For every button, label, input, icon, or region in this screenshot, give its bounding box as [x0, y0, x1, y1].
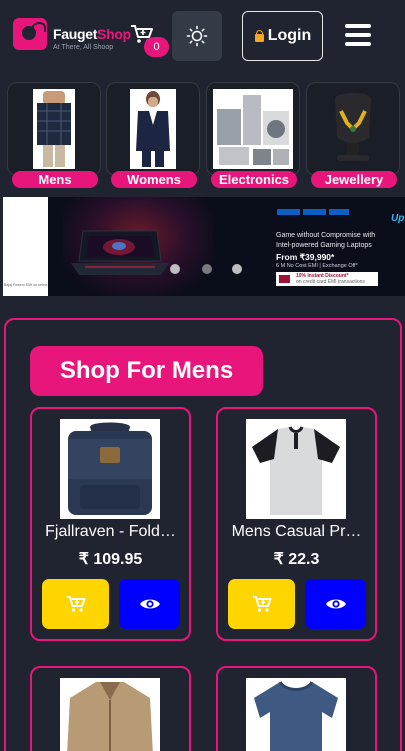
product-name: Fjallraven - Fold… — [45, 523, 176, 540]
necklace-photo-icon — [321, 89, 385, 169]
jacket-photo-icon — [60, 678, 160, 751]
section-title: Shop For Mens — [30, 346, 263, 396]
hamburger-menu-button[interactable] — [343, 22, 373, 48]
category-electronics[interactable]: Electronics — [206, 82, 300, 188]
product-card[interactable]: Fjallraven - Fold… ₹ 109.95 — [30, 407, 191, 641]
product-price: ₹ 109.95 — [78, 551, 143, 568]
banner-headline-line-1: Game without Compromise with — [276, 232, 376, 239]
site-header: FaugetShop At There, All Shoop 0 Login — [0, 0, 405, 76]
cart-button[interactable]: 0 — [130, 24, 172, 58]
gaming-laptop-photo-icon — [71, 230, 169, 275]
brand-tagline: At There, All Shoop — [53, 44, 114, 51]
view-product-button[interactable] — [119, 579, 180, 629]
view-product-button[interactable] — [305, 579, 366, 629]
add-to-cart-button[interactable] — [228, 579, 295, 629]
carousel-indicators — [170, 264, 244, 274]
menu-bar-top — [345, 24, 371, 28]
category-strip: Mens Womens Electronics Jewellery — [0, 80, 405, 190]
shopping-bag-logo-icon — [13, 18, 47, 50]
brand-name-part-1: Fauget — [53, 26, 98, 42]
add-cart-icon — [66, 596, 85, 612]
sun-icon — [186, 25, 208, 47]
eye-icon — [325, 599, 346, 609]
bank-offer-line-2: on credit card EMI transactions — [296, 278, 365, 285]
backpack-photo-icon — [60, 419, 160, 519]
brand-logo[interactable]: FaugetShop At There, All Shoop — [13, 16, 133, 54]
product-card[interactable]: Mens Casual Pr… ₹ 22.3 — [216, 407, 377, 641]
banner-headline: Game without Compromise with Intel-power… — [276, 231, 375, 251]
category-label: Jewellery — [311, 171, 397, 188]
shirt-photo-icon — [33, 89, 75, 169]
banner-note: Bajaj Finserv EMI on select — [4, 283, 48, 287]
brand-name-part-2: Shop — [97, 26, 131, 42]
login-button[interactable]: Login — [242, 11, 323, 61]
lock-icon — [254, 30, 264, 42]
category-label: Mens — [12, 171, 98, 188]
bank-offer-box: 10% Instant Discount* on credit card EMI… — [276, 272, 378, 286]
add-cart-icon — [252, 596, 271, 612]
slimfit-tshirt-photo-icon — [246, 678, 346, 751]
category-label: Womens — [111, 171, 197, 188]
category-mens[interactable]: Mens — [7, 82, 101, 188]
carousel-dot-3[interactable] — [232, 264, 242, 274]
banner-price: From ₹39,990* — [276, 252, 335, 262]
category-jewellery[interactable]: Jewellery — [306, 82, 400, 188]
henley-tshirt-photo-icon — [246, 419, 346, 519]
banner-prev-slide: Bajaj Finserv EMI on select — [3, 197, 48, 296]
cart-count-badge: 0 — [144, 37, 169, 57]
shop-for-mens-section: Shop For Mens Fjallraven - Fold… ₹ 109.9… — [4, 318, 402, 751]
product-card[interactable] — [30, 666, 191, 751]
eye-icon — [139, 599, 160, 609]
category-womens[interactable]: Womens — [106, 82, 200, 188]
login-label: Login — [267, 27, 312, 44]
theme-toggle-button[interactable] — [172, 11, 222, 61]
carousel-dot-1[interactable] — [170, 264, 180, 274]
promo-banner-carousel[interactable]: Bajaj Finserv EMI on select Game without… — [3, 197, 405, 296]
product-card[interactable] — [216, 666, 377, 751]
carousel-dot-2[interactable] — [202, 264, 212, 274]
product-name: Mens Casual Pr… — [231, 523, 362, 540]
product-price: ₹ 22.3 — [273, 551, 320, 568]
menu-bar-bottom — [345, 42, 371, 46]
blazer-photo-icon — [130, 89, 176, 169]
banner-emi: 6 M No Cost EMI | Exchange Off* — [276, 263, 358, 269]
banner-brand-tag: Up — [391, 213, 405, 224]
add-to-cart-button[interactable] — [42, 579, 109, 629]
brand-name: FaugetShop — [53, 26, 131, 42]
menu-bar-middle — [345, 33, 371, 37]
banner-headline-line-2: Intel-powered Gaming Laptops — [276, 242, 372, 249]
brand-logos-icon — [277, 209, 349, 215]
category-label: Electronics — [211, 171, 297, 188]
appliances-photo-icon — [213, 89, 293, 169]
